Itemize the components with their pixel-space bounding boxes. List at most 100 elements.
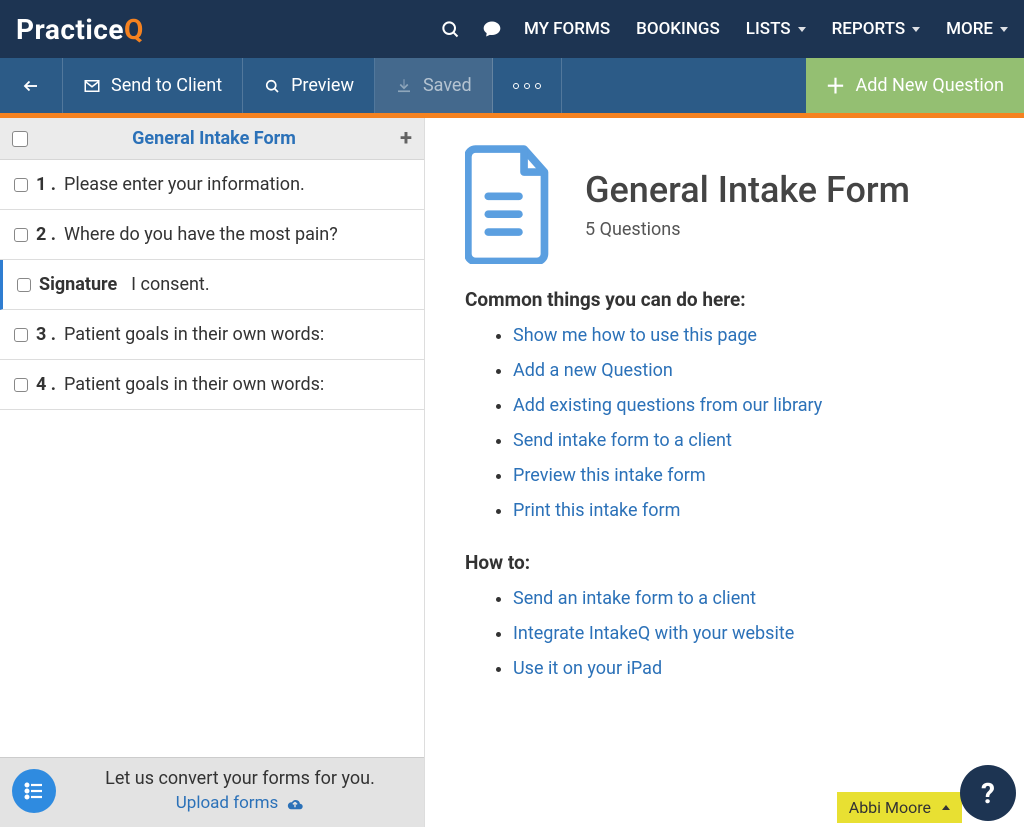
form-header: General Intake Form 5 Questions <box>465 144 984 264</box>
common-action-link[interactable]: Add a new Question <box>513 360 673 381</box>
question-text: Where do you have the most pain? <box>64 224 338 245</box>
common-action-link[interactable]: Print this intake form <box>513 500 680 521</box>
user-menu[interactable]: Abbi Moore <box>837 792 962 823</box>
question-text: I consent. <box>131 274 209 295</box>
brand-q: Q <box>124 13 144 46</box>
question-number: 3 . <box>36 324 56 345</box>
user-name: Abbi Moore <box>849 798 931 817</box>
question-mark-icon: ? <box>981 777 995 810</box>
question-row[interactable]: 1 . Please enter your information. <box>0 160 424 210</box>
nav-bookings[interactable]: BOOKINGS <box>636 19 720 39</box>
common-action-item: Preview this intake form <box>513 465 984 486</box>
question-row[interactable]: 2 . Where do you have the most pain? <box>0 210 424 260</box>
chevron-down-icon <box>912 27 920 32</box>
form-title-list[interactable]: General Intake Form <box>28 128 400 149</box>
nav-label: LISTS <box>746 19 791 39</box>
nav-my-forms[interactable]: MY FORMS <box>524 19 610 39</box>
add-question-button[interactable]: ＋ Add New Question <box>806 58 1024 113</box>
top-links: MY FORMS BOOKINGS LISTS REPORTS MORE <box>524 19 1008 39</box>
cloud-upload-icon <box>286 796 304 810</box>
toolbar-label: Send to Client <box>111 75 222 96</box>
howto-item: Send an intake form to a client <box>513 588 984 609</box>
question-checkbox[interactable] <box>17 278 31 292</box>
nav-label: REPORTS <box>832 19 906 39</box>
back-button[interactable] <box>0 58 63 113</box>
chat-icon[interactable] <box>482 19 502 39</box>
common-action-item: Send intake form to a client <box>513 430 984 451</box>
howto-item: Use it on your iPad <box>513 658 984 679</box>
toolbar-label: Preview <box>291 75 354 96</box>
brand-practice: Practice <box>16 13 124 46</box>
question-row[interactable]: 4 . Patient goals in their own words: <box>0 360 424 410</box>
main-area: General Intake Form + 1 . Please enter yo… <box>0 118 1024 827</box>
search-icon <box>263 77 281 95</box>
upload-forms-link[interactable]: Upload forms <box>68 793 412 813</box>
common-action-item: Print this intake form <box>513 500 984 521</box>
question-list: 1 . Please enter your information. 2 . Wher… <box>0 160 424 410</box>
signature-label: Signature <box>39 274 117 295</box>
upload-label: Upload forms <box>176 793 279 813</box>
toolbar-label: Saved <box>423 75 472 96</box>
add-question-icon[interactable]: + <box>400 128 412 150</box>
question-number: 2 . <box>36 224 56 245</box>
question-row-signature[interactable]: Signature I consent. <box>0 260 424 310</box>
top-icon-group <box>440 19 502 39</box>
howto-item: Integrate IntakeQ with your website <box>513 623 984 644</box>
common-action-item: Add existing questions from our library <box>513 395 984 416</box>
convert-forms-banner: Let us convert your forms for you. Uploa… <box>0 757 424 827</box>
nav-reports[interactable]: REPORTS <box>832 19 921 39</box>
chevron-down-icon <box>798 27 806 32</box>
question-list-header: General Intake Form + <box>0 118 424 160</box>
search-icon[interactable] <box>440 19 460 39</box>
form-overview-panel: General Intake Form 5 Questions Common t… <box>425 118 1024 827</box>
common-action-link[interactable]: Add existing questions from our library <box>513 395 822 416</box>
question-number: 1 . <box>36 174 56 195</box>
question-text: Patient goals in their own words: <box>64 324 324 345</box>
question-checkbox[interactable] <box>14 328 28 342</box>
checklist-icon <box>12 769 56 813</box>
question-checkbox[interactable] <box>14 178 28 192</box>
form-toolbar: Send to Client Preview Saved ＋ Add New Q… <box>0 58 1024 118</box>
howto-link[interactable]: Send an intake form to a client <box>513 588 756 609</box>
common-action-link[interactable]: Show me how to use this page <box>513 325 757 346</box>
howto-heading: How to: <box>465 551 984 574</box>
chevron-down-icon <box>1000 27 1008 32</box>
preview-button[interactable]: Preview <box>243 58 375 113</box>
howto-link[interactable]: Use it on your iPad <box>513 658 662 679</box>
help-button[interactable]: ? <box>960 765 1016 821</box>
nav-label: BOOKINGS <box>636 19 720 39</box>
question-text: Please enter your information. <box>64 174 305 195</box>
nav-more[interactable]: MORE <box>946 19 1008 39</box>
question-checkbox[interactable] <box>14 228 28 242</box>
brand-logo[interactable]: PracticeQ <box>16 13 144 46</box>
common-action-link[interactable]: Preview this intake form <box>513 465 706 486</box>
more-actions-button[interactable] <box>493 58 562 113</box>
save-icon <box>395 77 413 95</box>
toolbar-label: Add New Question <box>856 75 1005 96</box>
common-actions-heading: Common things you can do here: <box>465 288 984 311</box>
nav-label: MY FORMS <box>524 19 610 39</box>
howto-link[interactable]: Integrate IntakeQ with your website <box>513 623 794 644</box>
question-list-panel: General Intake Form + 1 . Please enter yo… <box>0 118 425 827</box>
common-action-item: Add a new Question <box>513 360 984 381</box>
select-all-checkbox[interactable] <box>12 131 28 147</box>
howto-list: Send an intake form to a client Integrate… <box>465 588 984 679</box>
envelope-icon <box>83 77 101 95</box>
convert-text: Let us convert your forms for you. <box>68 768 412 789</box>
plus-icon: ＋ <box>826 76 846 96</box>
more-dots-icon <box>513 83 541 89</box>
send-to-client-button[interactable]: Send to Client <box>63 58 243 113</box>
question-row[interactable]: 3 . Patient goals in their own words: <box>0 310 424 360</box>
question-number: 4 . <box>36 374 56 395</box>
saved-indicator: Saved <box>375 58 493 113</box>
nav-lists[interactable]: LISTS <box>746 19 806 39</box>
chevron-up-icon <box>942 805 950 810</box>
question-text: Patient goals in their own words: <box>64 374 324 395</box>
top-navbar: PracticeQ MY FORMS BOOKINGS LISTS REPORT… <box>0 0 1024 58</box>
nav-label: MORE <box>946 19 993 39</box>
page-title: General Intake Form <box>585 169 910 211</box>
common-action-link[interactable]: Send intake form to a client <box>513 430 732 451</box>
document-icon <box>465 144 555 264</box>
question-checkbox[interactable] <box>14 378 28 392</box>
common-actions-list: Show me how to use this page Add a new Qu… <box>465 325 984 521</box>
